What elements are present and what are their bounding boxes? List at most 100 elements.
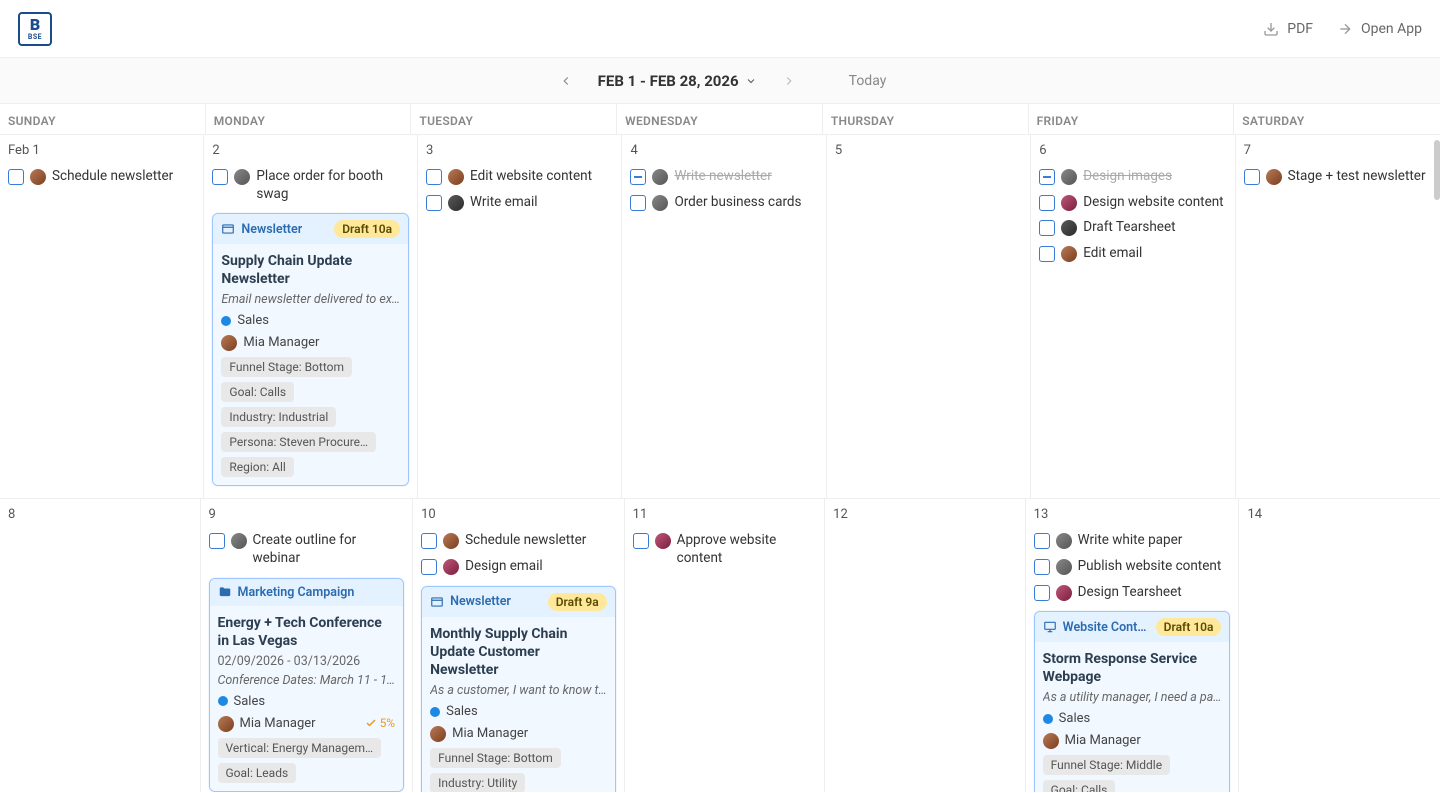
task-checkbox[interactable] — [1039, 220, 1055, 236]
tag[interactable]: Persona: Steven Procure… — [221, 432, 376, 452]
assignee-avatar — [443, 559, 459, 575]
task-checkbox[interactable] — [630, 195, 646, 211]
day-number: 14 — [1245, 505, 1434, 528]
task-item[interactable]: Order business cards — [628, 190, 819, 216]
task-item[interactable]: Edit email — [1037, 241, 1228, 267]
task-item[interactable]: Design email — [419, 554, 618, 580]
progress-percent: 5% — [365, 716, 396, 730]
tag[interactable]: Industry: Utility — [430, 773, 525, 792]
task-label: Create outline for webinar — [253, 532, 405, 567]
day-number: 5 — [833, 141, 1024, 164]
tag[interactable]: Industry: Industrial — [221, 407, 336, 427]
content-card[interactable]: NewsletterDraft 9aMonthly Supply Chain U… — [421, 586, 616, 792]
tag[interactable]: Goal: Calls — [1043, 780, 1116, 792]
task-item[interactable]: Write newsletter — [628, 164, 819, 190]
dow-tuesday: TUESDAY — [411, 104, 617, 134]
task-item[interactable]: Design images — [1037, 164, 1228, 190]
calendar-day[interactable]: 7Stage + test newsletter — [1236, 135, 1440, 498]
calendar-day[interactable]: 9Create outline for webinarMarketing Cam… — [201, 499, 414, 792]
task-item[interactable]: Write email — [424, 190, 615, 216]
calendar-day[interactable]: Feb 1Schedule newsletter — [0, 135, 204, 498]
tag[interactable]: Region: All — [221, 457, 293, 477]
task-item[interactable]: Stage + test newsletter — [1242, 164, 1434, 190]
task-checkbox[interactable] — [630, 169, 646, 185]
task-checkbox[interactable] — [1039, 246, 1055, 262]
task-checkbox[interactable] — [1244, 169, 1260, 185]
calendar-day[interactable]: 4Write newsletterOrder business cards — [622, 135, 826, 498]
task-item[interactable]: Edit website content — [424, 164, 615, 190]
task-item[interactable]: Design Tearsheet — [1032, 580, 1233, 606]
task-checkbox[interactable] — [1034, 559, 1050, 575]
task-checkbox[interactable] — [426, 195, 442, 211]
task-checkbox[interactable] — [633, 533, 649, 549]
assignee-avatar — [30, 169, 46, 185]
assignee-avatar — [1056, 585, 1072, 601]
assignee-avatar — [1056, 533, 1072, 549]
card-tags: Vertical: Energy Managem… Goal: Leads — [218, 738, 396, 783]
prev-month-button[interactable] — [554, 69, 578, 93]
tag[interactable]: Funnel Stage: Bottom — [221, 357, 352, 377]
task-item[interactable]: Approve website content — [631, 528, 819, 571]
task-item[interactable]: Schedule newsletter — [419, 528, 618, 554]
calendar-day[interactable]: 14 — [1239, 499, 1440, 792]
tag[interactable]: Funnel Stage: Bottom — [430, 748, 561, 768]
card-type-label: Website Cont… — [1063, 620, 1147, 635]
card-header: Marketing Campaign — [210, 579, 404, 606]
task-checkbox[interactable] — [1039, 169, 1055, 185]
date-range-picker[interactable]: FEB 1 - FEB 28, 2026 — [598, 72, 757, 90]
task-item[interactable]: Schedule newsletter — [6, 164, 197, 190]
content-card[interactable]: Website Cont…Draft 10aStorm Response Ser… — [1034, 611, 1231, 792]
chevron-down-icon — [745, 75, 757, 87]
tag[interactable]: Vertical: Energy Managem… — [218, 738, 382, 758]
task-checkbox[interactable] — [209, 533, 225, 549]
task-checkbox[interactable] — [1034, 533, 1050, 549]
calendar-day[interactable]: 12 — [825, 499, 1026, 792]
today-button[interactable]: Today — [849, 73, 887, 89]
task-item[interactable]: Publish website content — [1032, 554, 1233, 580]
task-item[interactable]: Place order for booth swag — [210, 164, 411, 207]
task-checkbox[interactable] — [1039, 195, 1055, 211]
next-month-button[interactable] — [777, 69, 801, 93]
tag[interactable]: Goal: Calls — [221, 382, 294, 402]
calendar-day[interactable]: 8 — [0, 499, 201, 792]
content-card[interactable]: Marketing CampaignEnergy + Tech Conferen… — [209, 578, 405, 792]
calendar-day[interactable]: 2Place order for booth swagNewsletterDra… — [204, 135, 418, 498]
task-checkbox[interactable] — [426, 169, 442, 185]
bucket-label: Sales — [446, 704, 478, 719]
calendar-day[interactable]: 11Approve website content — [625, 499, 826, 792]
tag[interactable]: Goal: Leads — [218, 763, 297, 783]
card-body: Storm Response Service WebpageAs a utili… — [1035, 642, 1230, 792]
task-item[interactable]: Create outline for webinar — [207, 528, 407, 571]
calendar-day[interactable]: 3Edit website contentWrite email — [418, 135, 622, 498]
calendar-grid[interactable]: Feb 1Schedule newsletter2Place order for… — [0, 135, 1440, 792]
task-item[interactable]: Design website content — [1037, 190, 1228, 216]
task-checkbox[interactable] — [1034, 585, 1050, 601]
assignee-avatar — [652, 169, 668, 185]
scrollbar-thumb[interactable] — [1434, 140, 1440, 200]
task-label: Design email — [465, 558, 616, 576]
task-checkbox[interactable] — [212, 169, 228, 185]
pdf-button[interactable]: PDF — [1263, 21, 1313, 37]
calendar-day[interactable]: 10Schedule newsletterDesign emailNewslet… — [413, 499, 625, 792]
calendar-day[interactable]: 5 — [827, 135, 1031, 498]
status-pill: Draft 9a — [548, 593, 607, 611]
calendar-day[interactable]: 6Design imagesDesign website contentDraf… — [1031, 135, 1235, 498]
card-bucket: Sales — [218, 694, 396, 709]
task-label: Schedule newsletter — [52, 168, 195, 186]
task-checkbox[interactable] — [421, 533, 437, 549]
task-checkbox[interactable] — [8, 169, 24, 185]
assignee-avatar — [234, 169, 250, 185]
day-number: 6 — [1037, 141, 1228, 164]
task-checkbox[interactable] — [421, 559, 437, 575]
card-header: NewsletterDraft 10a — [213, 214, 408, 244]
open-app-button[interactable]: Open App — [1337, 21, 1422, 37]
task-item[interactable]: Write white paper — [1032, 528, 1233, 554]
top-actions: PDF Open App — [1263, 21, 1422, 37]
bucket-label: Sales — [237, 313, 269, 328]
task-item[interactable]: Draft Tearsheet — [1037, 215, 1228, 241]
assignee-avatar — [1061, 169, 1077, 185]
content-card[interactable]: NewsletterDraft 10aSupply Chain Update N… — [212, 213, 409, 486]
task-label: Stage + test newsletter — [1288, 168, 1432, 186]
tag[interactable]: Funnel Stage: Middle — [1043, 755, 1170, 775]
calendar-day[interactable]: 13Write white paperPublish website conte… — [1026, 499, 1240, 792]
